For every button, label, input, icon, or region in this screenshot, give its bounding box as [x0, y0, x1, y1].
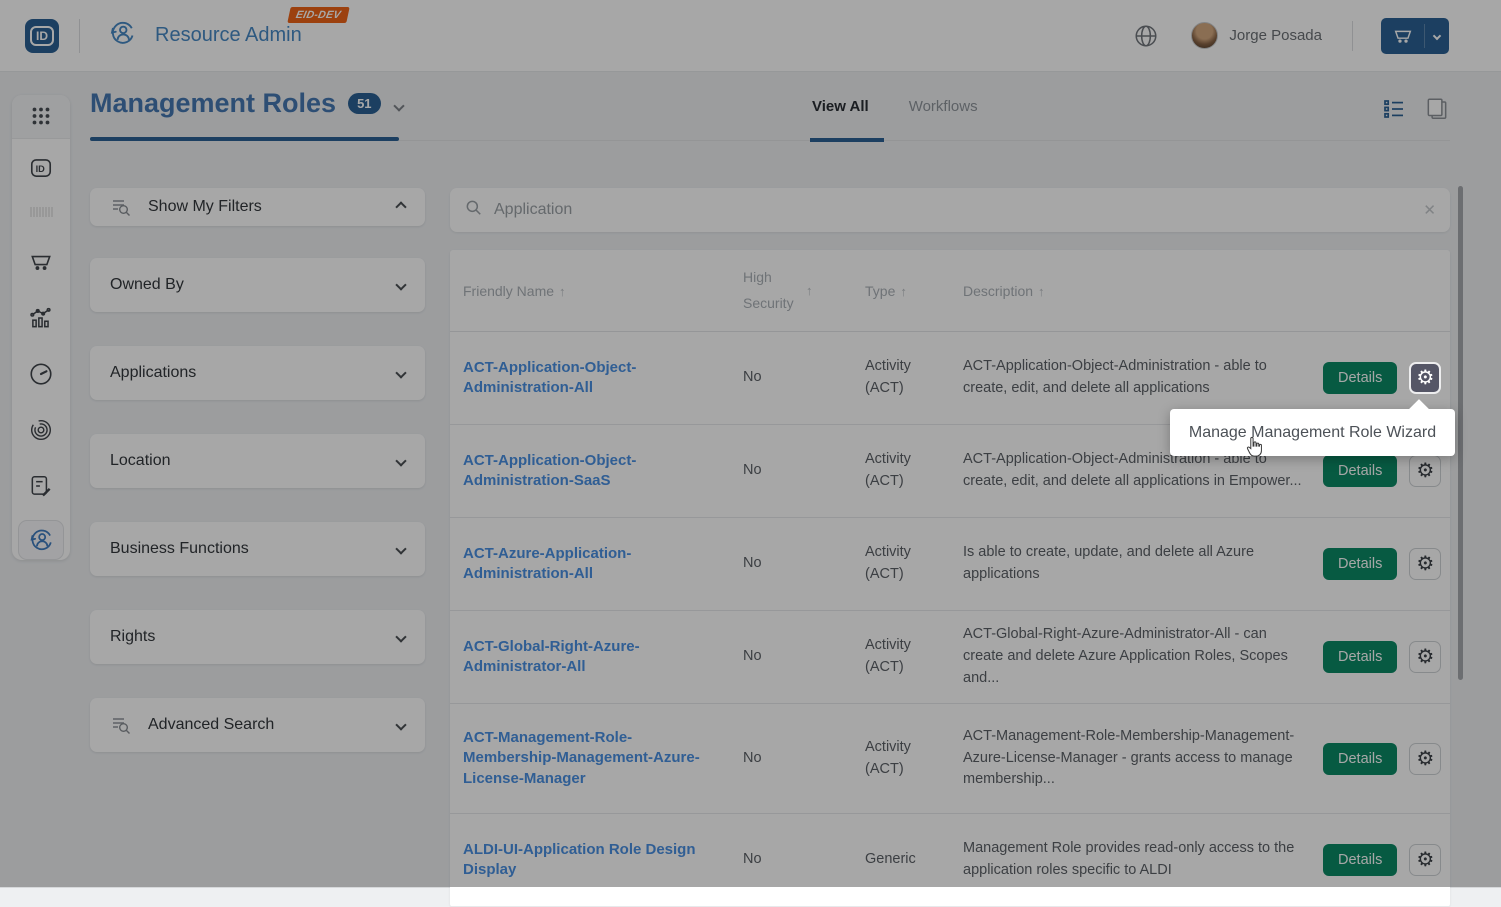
gear-tooltip: Manage Management Role Wizard: [1170, 409, 1455, 456]
cursor-pointer-icon: [1243, 436, 1265, 465]
tooltip-text: Manage Management Role Wizard: [1189, 424, 1436, 442]
gear-icon[interactable]: ⚙: [1409, 362, 1441, 394]
